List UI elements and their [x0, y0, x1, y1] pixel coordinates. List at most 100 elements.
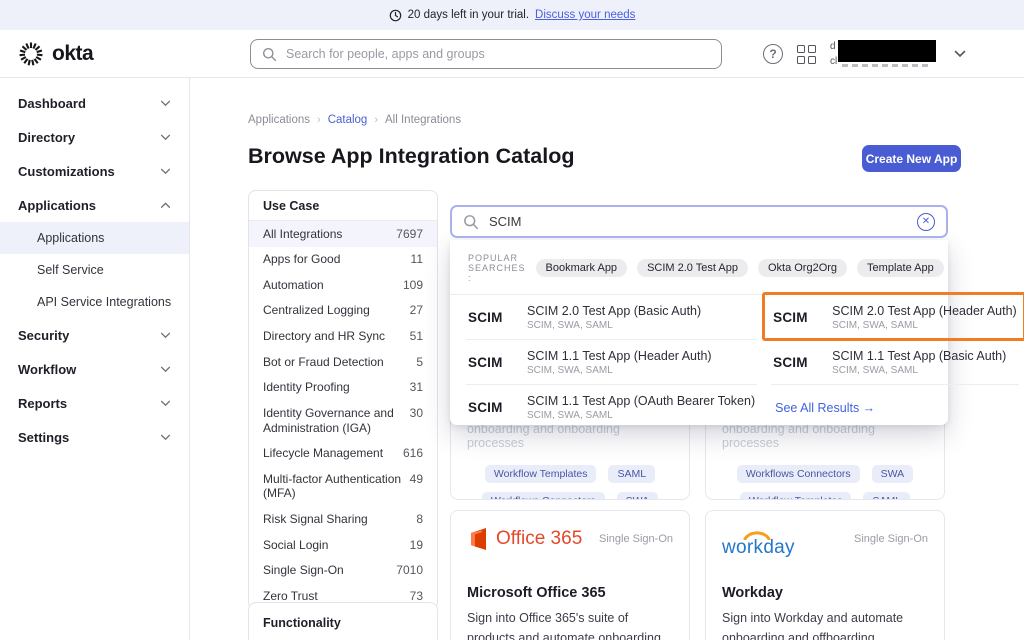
- chevron-down-icon: [160, 134, 171, 141]
- sidebar-item-settings[interactable]: Settings: [0, 420, 189, 454]
- workday-arc-icon: [742, 530, 772, 540]
- result-protocols: SCIM, SWA, SAML: [832, 320, 1017, 331]
- use-case-lifecycle-management[interactable]: Lifecycle Management 616: [249, 441, 437, 467]
- sidebar-item-dashboard[interactable]: Dashboard: [0, 86, 189, 120]
- tag[interactable]: SWA: [872, 465, 914, 483]
- sidebar-item-workflow[interactable]: Workflow: [0, 352, 189, 386]
- search-results-grid: SCIM SCIM 2.0 Test App (Basic Auth) SCIM…: [450, 294, 948, 430]
- app-card-office365[interactable]: Office 365 Single Sign-On Microsoft Offi…: [450, 510, 690, 640]
- use-case-identity-proofing[interactable]: Identity Proofing 31: [249, 375, 437, 401]
- use-case-single-sign-on[interactable]: Single Sign-On 7010: [249, 558, 437, 584]
- sidebar-item-customizations[interactable]: Customizations: [0, 154, 189, 188]
- see-all-results-link[interactable]: See All Results →: [773, 401, 875, 415]
- chevron-down-icon[interactable]: [954, 50, 966, 58]
- grid-square: [797, 56, 805, 64]
- search-icon: [262, 47, 277, 62]
- okta-sunburst-icon: [18, 41, 44, 67]
- breadcrumb-applications[interactable]: Applications: [248, 114, 310, 126]
- result-scim11-basic-auth[interactable]: SCIM SCIM 1.1 Test App (Basic Auth) SCIM…: [771, 340, 1019, 385]
- clear-glyph: ✕: [922, 216, 930, 227]
- use-case-header: Use Case: [249, 191, 437, 221]
- global-search-input[interactable]: [286, 47, 710, 61]
- use-case-all-integrations[interactable]: All Integrations 7697: [249, 221, 437, 247]
- use-case-centralized-logging[interactable]: Centralized Logging 27: [249, 298, 437, 324]
- chevron-up-icon: [160, 202, 171, 209]
- popular-searches-label: POPULAR SEARCHES :: [468, 253, 526, 283]
- discuss-needs-link[interactable]: Discuss your needs: [535, 9, 635, 21]
- sidebar-item-label: Directory: [18, 130, 75, 145]
- chevron-down-icon: [160, 332, 171, 339]
- use-case-label: Multi-factor Authentication (MFA): [263, 472, 402, 501]
- sidebar-item-applications[interactable]: Applications: [0, 188, 189, 222]
- result-scim20-basic-auth[interactable]: SCIM SCIM 2.0 Test App (Basic Auth) SCIM…: [466, 295, 757, 340]
- use-case-label: Identity Governance and Administration (…: [263, 406, 402, 435]
- grid-square: [808, 45, 816, 53]
- breadcrumb-all-integrations[interactable]: All Integrations: [385, 114, 461, 126]
- popular-chip-template-app[interactable]: Template App: [857, 259, 944, 277]
- result-protocols: SCIM, SWA, SAML: [527, 410, 755, 421]
- use-case-iga[interactable]: Identity Governance and Administration (…: [249, 400, 437, 440]
- tag[interactable]: SWA: [617, 492, 659, 500]
- result-name: SCIM 1.1 Test App (Basic Auth): [832, 349, 1006, 363]
- use-case-label: Centralized Logging: [263, 303, 370, 318]
- catalog-search-input[interactable]: [489, 214, 907, 229]
- use-case-apps-for-good[interactable]: Apps for Good 11: [249, 247, 437, 273]
- search-icon: [463, 214, 479, 230]
- global-search-field[interactable]: [250, 39, 722, 69]
- use-case-automation[interactable]: Automation 109: [249, 272, 437, 298]
- use-case-social-login[interactable]: Social Login 19: [249, 532, 437, 558]
- tag[interactable]: Workflow Templates: [740, 492, 852, 500]
- card-title: Workday: [722, 585, 928, 601]
- result-protocols: SCIM, SWA, SAML: [527, 365, 712, 376]
- use-case-risk-signal-sharing[interactable]: Risk Signal Sharing 8: [249, 507, 437, 533]
- clear-search-icon[interactable]: ✕: [917, 213, 935, 231]
- popular-chip-scim-test-app[interactable]: SCIM 2.0 Test App: [637, 259, 748, 277]
- result-scim11-header-auth[interactable]: SCIM SCIM 1.1 Test App (Header Auth) SCI…: [466, 340, 757, 385]
- sidebar-subitem-self-service[interactable]: Self Service: [0, 254, 189, 286]
- scim-logo: SCIM: [773, 355, 819, 370]
- result-scim20-header-auth[interactable]: SCIM SCIM 2.0 Test App (Header Auth) SCI…: [771, 295, 1019, 340]
- result-scim11-oauth-bearer[interactable]: SCIM SCIM 1.1 Test App (OAuth Bearer Tok…: [466, 385, 757, 430]
- create-new-app-button[interactable]: Create New App: [862, 145, 961, 172]
- sidebar-subitem-api-service-integrations[interactable]: API Service Integrations: [0, 286, 189, 318]
- sidebar-subitem-applications[interactable]: Applications: [0, 222, 189, 254]
- breadcrumb-catalog[interactable]: Catalog: [328, 114, 368, 126]
- use-case-count: 30: [410, 406, 423, 435]
- tag[interactable]: SAML: [863, 492, 910, 500]
- use-case-count: 109: [403, 278, 423, 293]
- apps-grid-icon[interactable]: [797, 45, 816, 64]
- sidebar-item-security[interactable]: Security: [0, 318, 189, 352]
- scim-logo: SCIM: [468, 310, 514, 325]
- sidebar-item-directory[interactable]: Directory: [0, 120, 189, 154]
- result-protocols: SCIM, SWA, SAML: [832, 365, 1006, 376]
- trial-banner: 20 days left in your trial. Discuss your…: [0, 0, 1024, 30]
- app-card-workday[interactable]: workday Single Sign-On Workday Sign into…: [705, 510, 945, 640]
- okta-logo[interactable]: okta: [18, 41, 93, 67]
- sidebar-item-label: Settings: [18, 430, 69, 445]
- use-case-directory-hr-sync[interactable]: Directory and HR Sync 51: [249, 324, 437, 350]
- use-case-count: 8: [416, 512, 423, 527]
- okta-admin-console: 20 days left in your trial. Discuss your…: [0, 0, 1024, 640]
- catalog-search-field[interactable]: ✕: [450, 205, 948, 238]
- popular-chip-bookmark-app[interactable]: Bookmark App: [536, 259, 628, 277]
- result-name: SCIM 2.0 Test App (Basic Auth): [527, 304, 701, 318]
- account-menu[interactable]: d cl: [830, 40, 940, 68]
- use-case-count: 616: [403, 446, 423, 461]
- use-case-bot-fraud-detection[interactable]: Bot or Fraud Detection 5: [249, 349, 437, 375]
- use-case-count: 19: [410, 538, 423, 553]
- grid-square: [797, 45, 805, 53]
- use-case-panel: Use Case All Integrations 7697 Apps for …: [248, 190, 438, 610]
- tag[interactable]: Workflow Templates: [485, 465, 597, 483]
- tag[interactable]: SAML: [608, 465, 655, 483]
- tag[interactable]: Workflows Connectors: [737, 465, 860, 483]
- tag[interactable]: Workflows Connectors: [482, 492, 605, 500]
- grid-square: [808, 56, 816, 64]
- help-icon[interactable]: ?: [763, 44, 783, 64]
- sidebar-item-label: Security: [18, 328, 69, 343]
- use-case-mfa[interactable]: Multi-factor Authentication (MFA) 49: [249, 466, 437, 506]
- popular-chip-okta-org2org[interactable]: Okta Org2Org: [758, 259, 847, 277]
- scim-logo: SCIM: [773, 310, 819, 325]
- sidebar-item-reports[interactable]: Reports: [0, 386, 189, 420]
- page-title: Browse App Integration Catalog: [248, 144, 575, 169]
- see-all-results-cell: See All Results →: [771, 385, 1019, 430]
